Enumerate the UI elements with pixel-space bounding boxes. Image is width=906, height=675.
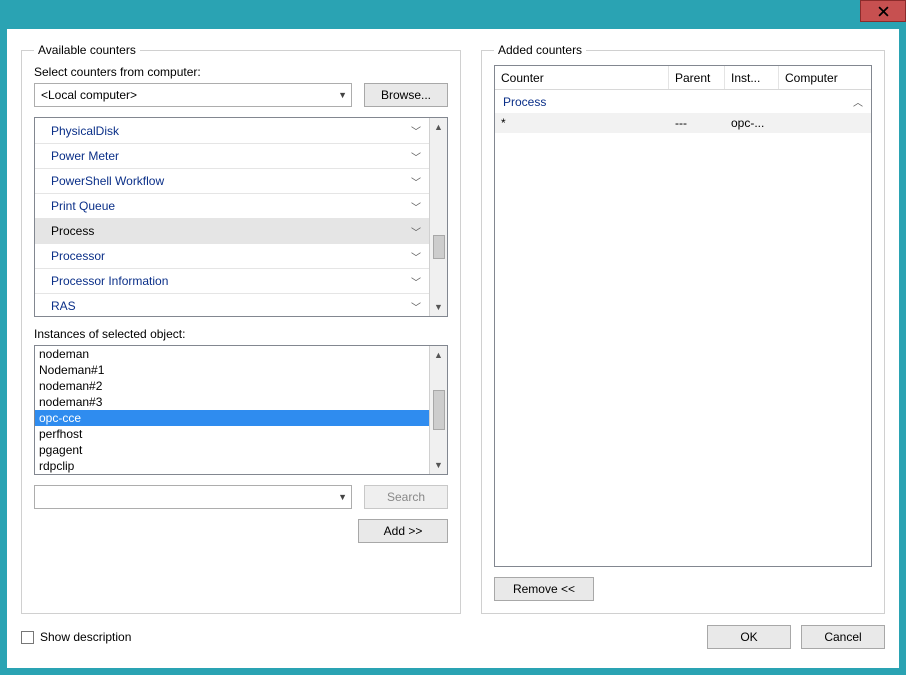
- added-counters-group: Added counters Counter Parent Inst... Co…: [481, 43, 885, 614]
- counter-item-label: PowerShell Workflow: [51, 174, 164, 188]
- scroll-up-icon[interactable]: ▲: [430, 346, 447, 364]
- col-inst[interactable]: Inst...: [725, 66, 779, 89]
- show-description-label: Show description: [40, 630, 131, 644]
- counter-item-label: Print Queue: [51, 199, 115, 213]
- available-counters-title: Available counters: [34, 43, 140, 57]
- col-computer[interactable]: Computer: [779, 66, 871, 89]
- instance-list-viewport[interactable]: nodemanNodeman#1nodeman#2nodeman#3opc-cc…: [35, 346, 429, 474]
- instance-item[interactable]: nodeman#3: [35, 394, 429, 410]
- instance-item[interactable]: perfhost: [35, 426, 429, 442]
- added-counters-title: Added counters: [494, 43, 586, 57]
- instance-item[interactable]: nodeman#2: [35, 378, 429, 394]
- search-button[interactable]: Search: [364, 485, 448, 509]
- dialog-footer: Show description OK Cancel: [7, 620, 899, 668]
- counter-item[interactable]: PowerShell Workflow ﹀: [35, 168, 429, 193]
- instance-item[interactable]: nodeman: [35, 346, 429, 362]
- counter-scrollbar[interactable]: ▲ ▼: [429, 118, 447, 316]
- chevron-down-icon: ﹀: [411, 123, 421, 138]
- col-counter[interactable]: Counter: [495, 66, 669, 89]
- cancel-button[interactable]: Cancel: [801, 625, 885, 649]
- counter-item[interactable]: Power Meter ﹀: [35, 143, 429, 168]
- instance-scrollbar[interactable]: ▲ ▼: [429, 346, 447, 474]
- instance-item[interactable]: opc-cce: [35, 410, 429, 426]
- cell-computer: [779, 113, 871, 133]
- chevron-up-icon: ︿: [853, 94, 863, 109]
- scroll-thumb[interactable]: [433, 390, 445, 430]
- counter-item-label: Power Meter: [51, 149, 119, 163]
- table-row[interactable]: * --- opc-...: [495, 113, 871, 133]
- close-icon: [878, 6, 889, 17]
- scroll-down-icon[interactable]: ▼: [430, 456, 447, 474]
- chevron-down-icon: ﹀: [411, 199, 421, 214]
- counter-list: PhysicalDisk﹀Power Meter﹀PowerShell Work…: [34, 117, 448, 317]
- counter-item-label: Process: [51, 224, 94, 238]
- added-counters-table: Counter Parent Inst... Computer Process …: [494, 65, 872, 567]
- chevron-down-icon: ﹀: [411, 299, 421, 314]
- chevron-down-icon: ﹀: [411, 174, 421, 189]
- chevron-down-icon: ﹀: [411, 224, 421, 239]
- counter-item[interactable]: Print Queue ﹀: [35, 193, 429, 218]
- counter-item[interactable]: PhysicalDisk ﹀: [35, 118, 429, 143]
- table-header: Counter Parent Inst... Computer: [495, 66, 871, 90]
- titlebar: [860, 0, 906, 28]
- dialog-body: Available counters Select counters from …: [6, 28, 900, 669]
- instance-item[interactable]: pgagent: [35, 442, 429, 458]
- added-group-row[interactable]: Process ︿: [495, 90, 871, 113]
- chevron-down-icon: ▼: [338, 90, 347, 100]
- added-group-name: Process: [503, 95, 546, 109]
- close-button[interactable]: [860, 0, 906, 22]
- instances-label: Instances of selected object:: [34, 327, 448, 341]
- counter-item-label: Processor Information: [51, 274, 168, 288]
- counter-item[interactable]: Process ﹀: [35, 218, 429, 243]
- available-counters-group: Available counters Select counters from …: [21, 43, 461, 614]
- instance-item[interactable]: rdpclip: [35, 458, 429, 474]
- counter-item-label: PhysicalDisk: [51, 124, 119, 138]
- computer-combo-value: <Local computer>: [41, 88, 137, 102]
- select-computer-label: Select counters from computer:: [34, 65, 448, 79]
- ok-button[interactable]: OK: [707, 625, 791, 649]
- scroll-up-icon[interactable]: ▲: [430, 118, 447, 136]
- counter-list-viewport[interactable]: PhysicalDisk﹀Power Meter﹀PowerShell Work…: [35, 118, 429, 316]
- browse-button[interactable]: Browse...: [364, 83, 448, 107]
- counter-item[interactable]: RAS ﹀: [35, 293, 429, 316]
- instance-filter-combo[interactable]: ▼: [34, 485, 352, 509]
- chevron-down-icon: ﹀: [411, 149, 421, 164]
- instance-item[interactable]: Nodeman#1: [35, 362, 429, 378]
- chevron-down-icon: ▼: [338, 492, 347, 502]
- computer-combo[interactable]: <Local computer> ▼: [34, 83, 352, 107]
- show-description-checkbox[interactable]: [21, 631, 34, 644]
- cell-parent: ---: [669, 113, 725, 133]
- counter-item-label: Processor: [51, 249, 105, 263]
- instance-list: nodemanNodeman#1nodeman#2nodeman#3opc-cc…: [34, 345, 448, 475]
- counter-item[interactable]: Processor Information ﹀: [35, 268, 429, 293]
- window-frame: Available counters Select counters from …: [0, 0, 906, 675]
- scroll-down-icon[interactable]: ▼: [430, 298, 447, 316]
- table-body: Process ︿ * --- opc-...: [495, 90, 871, 566]
- cell-counter: *: [495, 113, 669, 133]
- counter-item-label: RAS: [51, 299, 76, 313]
- counter-item[interactable]: Processor ﹀: [35, 243, 429, 268]
- scroll-thumb[interactable]: [433, 235, 445, 259]
- col-parent[interactable]: Parent: [669, 66, 725, 89]
- cell-inst: opc-...: [725, 113, 779, 133]
- remove-button[interactable]: Remove <<: [494, 577, 594, 601]
- add-button[interactable]: Add >>: [358, 519, 448, 543]
- chevron-down-icon: ﹀: [411, 249, 421, 264]
- chevron-down-icon: ﹀: [411, 274, 421, 289]
